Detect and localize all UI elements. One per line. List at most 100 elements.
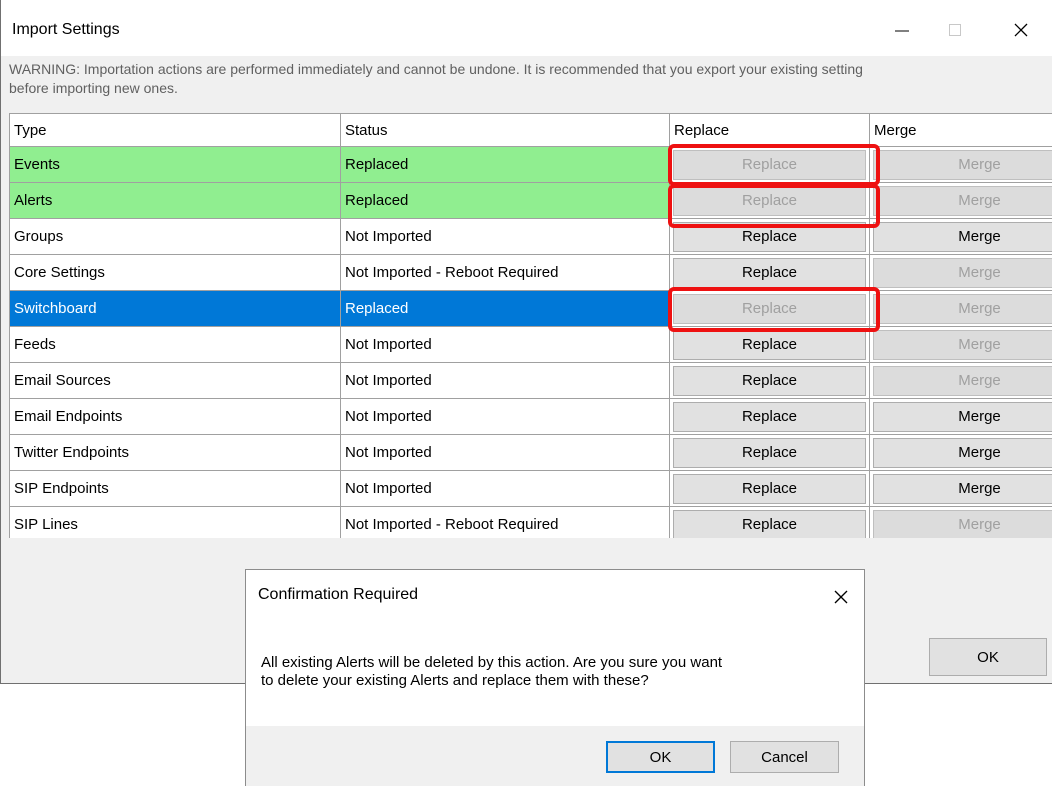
replace-button[interactable]: Replace xyxy=(673,293,866,324)
close-button[interactable] xyxy=(998,10,1044,50)
table-row[interactable]: Core Settings Not Imported - Reboot Requi… xyxy=(9,254,1052,291)
cell-type[interactable]: Alerts xyxy=(9,182,341,219)
merge-button[interactable]: Merge xyxy=(873,365,1052,396)
cell-status[interactable]: Replaced xyxy=(340,290,670,327)
merge-button[interactable]: Merge xyxy=(873,437,1052,468)
cell-status[interactable]: Not Imported - Reboot Required xyxy=(340,254,670,291)
table-row[interactable]: Feeds Not Imported Replace Merge xyxy=(9,326,1052,363)
cell-type[interactable]: Email Endpoints xyxy=(9,398,341,435)
cell-merge: Merge xyxy=(869,506,1052,538)
cell-type[interactable]: Feeds xyxy=(9,326,341,363)
cell-merge: Merge xyxy=(869,146,1052,183)
table-row[interactable]: SIP Lines Not Imported - Reboot Required R… xyxy=(9,506,1052,538)
cell-replace: Replace xyxy=(669,398,870,435)
cell-status[interactable]: Not Imported xyxy=(340,218,670,255)
cell-type[interactable]: Core Settings xyxy=(9,254,341,291)
cell-replace: Replace xyxy=(669,290,870,327)
table-row[interactable]: Email Endpoints Not Imported Replace Merge xyxy=(9,398,1052,435)
cell-type[interactable]: Twitter Endpoints xyxy=(9,434,341,471)
cell-type[interactable]: SIP Lines xyxy=(9,506,341,538)
close-icon xyxy=(834,590,848,604)
merge-button[interactable]: Merge xyxy=(873,221,1052,252)
cell-status[interactable]: Not Imported xyxy=(340,326,670,363)
replace-button[interactable]: Replace xyxy=(673,509,866,538)
cell-merge: Merge xyxy=(869,434,1052,471)
maximize-button[interactable] xyxy=(932,10,978,50)
table-row[interactable]: Groups Not Imported Replace Merge xyxy=(9,218,1052,255)
replace-button[interactable]: Replace xyxy=(673,401,866,432)
cell-status[interactable]: Not Imported xyxy=(340,362,670,399)
dialog-close-button[interactable] xyxy=(824,580,858,614)
dialog-message: All existing Alerts will be deleted by t… xyxy=(261,654,723,689)
cell-type[interactable]: SIP Endpoints xyxy=(9,470,341,507)
cell-replace: Replace xyxy=(669,182,870,219)
merge-button[interactable]: Merge xyxy=(873,149,1052,180)
replace-button[interactable]: Replace xyxy=(673,437,866,468)
table-row[interactable]: Events Replaced Replace Merge xyxy=(9,146,1052,183)
cell-status[interactable]: Replaced xyxy=(340,182,670,219)
cell-merge: Merge xyxy=(869,218,1052,255)
cell-merge: Merge xyxy=(869,182,1052,219)
cell-replace: Replace xyxy=(669,218,870,255)
settings-grid: Type Status Replace Merge Events Replaced… xyxy=(9,113,1052,538)
replace-button[interactable]: Replace xyxy=(673,329,866,360)
dialog-footer: OK Cancel xyxy=(246,726,864,786)
merge-button[interactable]: Merge xyxy=(873,257,1052,288)
column-header-merge[interactable]: Merge xyxy=(869,113,1052,147)
cell-merge: Merge xyxy=(869,326,1052,363)
cell-status[interactable]: Not Imported xyxy=(340,398,670,435)
replace-button[interactable]: Replace xyxy=(673,473,866,504)
cell-replace: Replace xyxy=(669,506,870,538)
confirmation-dialog: Confirmation Required All existing Alert… xyxy=(245,569,865,786)
cell-replace: Replace xyxy=(669,254,870,291)
maximize-icon xyxy=(949,24,961,36)
column-header-type[interactable]: Type xyxy=(9,113,341,147)
cell-type[interactable]: Email Sources xyxy=(9,362,341,399)
cell-status[interactable]: Not Imported - Reboot Required xyxy=(340,506,670,538)
dialog-ok-button[interactable]: OK xyxy=(606,741,715,773)
merge-button[interactable]: Merge xyxy=(873,509,1052,538)
title-bar: Import Settings xyxy=(1,0,1052,56)
cell-type[interactable]: Groups xyxy=(9,218,341,255)
ok-button[interactable]: OK xyxy=(929,638,1047,676)
replace-button[interactable]: Replace xyxy=(673,149,866,180)
grid-header-row: Type Status Replace Merge xyxy=(9,113,1052,147)
cell-type[interactable]: Events xyxy=(9,146,341,183)
minimize-icon xyxy=(895,30,909,32)
warning-text: WARNING: Importation actions are perform… xyxy=(9,61,863,96)
cell-merge: Merge xyxy=(869,290,1052,327)
merge-button[interactable]: Merge xyxy=(873,401,1052,432)
replace-button[interactable]: Replace xyxy=(673,365,866,396)
cell-status[interactable]: Replaced xyxy=(340,146,670,183)
cell-merge: Merge xyxy=(869,254,1052,291)
cell-replace: Replace xyxy=(669,146,870,183)
replace-button[interactable]: Replace xyxy=(673,257,866,288)
merge-button[interactable]: Merge xyxy=(873,293,1052,324)
window-title: Import Settings xyxy=(12,21,120,38)
replace-button[interactable]: Replace xyxy=(673,185,866,216)
cell-status[interactable]: Not Imported xyxy=(340,434,670,471)
table-row[interactable]: SIP Endpoints Not Imported Replace Merge xyxy=(9,470,1052,507)
close-icon xyxy=(1014,23,1028,37)
dialog-cancel-button[interactable]: Cancel xyxy=(730,741,839,773)
replace-button[interactable]: Replace xyxy=(673,221,866,252)
cell-merge: Merge xyxy=(869,470,1052,507)
cell-replace: Replace xyxy=(669,434,870,471)
cell-type[interactable]: Switchboard xyxy=(9,290,341,327)
table-row[interactable]: Email Sources Not Imported Replace Merge xyxy=(9,362,1052,399)
table-row[interactable]: Switchboard Replaced Replace Merge xyxy=(9,290,1052,327)
merge-button[interactable]: Merge xyxy=(873,185,1052,216)
cell-merge: Merge xyxy=(869,362,1052,399)
merge-button[interactable]: Merge xyxy=(873,329,1052,360)
minimize-button[interactable] xyxy=(879,10,925,50)
merge-button[interactable]: Merge xyxy=(873,473,1052,504)
cell-replace: Replace xyxy=(669,470,870,507)
column-header-status[interactable]: Status xyxy=(340,113,670,147)
cell-replace: Replace xyxy=(669,362,870,399)
cell-replace: Replace xyxy=(669,326,870,363)
dialog-title: Confirmation Required xyxy=(258,586,419,603)
table-row[interactable]: Alerts Replaced Replace Merge xyxy=(9,182,1052,219)
table-row[interactable]: Twitter Endpoints Not Imported Replace Merg… xyxy=(9,434,1052,471)
cell-status[interactable]: Not Imported xyxy=(340,470,670,507)
column-header-replace[interactable]: Replace xyxy=(669,113,870,147)
